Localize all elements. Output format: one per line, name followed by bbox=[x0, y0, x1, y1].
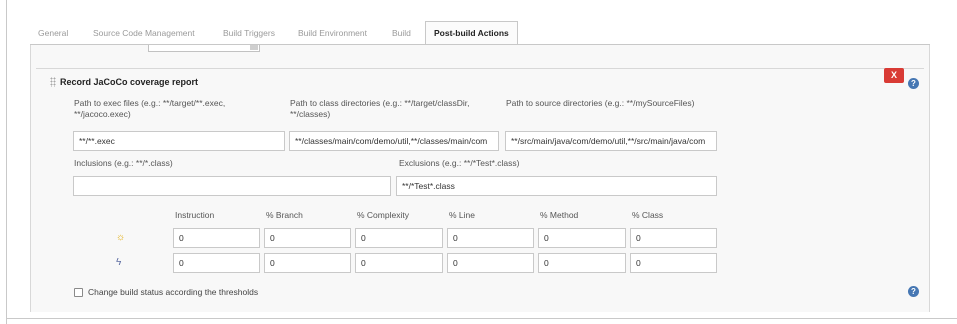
class-dir-label: Path to class directories (e.g.: **/targ… bbox=[290, 98, 470, 119]
healthy-instruction-input[interactable] bbox=[173, 228, 260, 248]
exec-path-input[interactable] bbox=[73, 131, 285, 151]
healthy-class-input[interactable] bbox=[630, 228, 717, 248]
source-dir-label: Path to source directories (e.g.: **/myS… bbox=[506, 98, 695, 108]
healthy-line-input[interactable] bbox=[447, 228, 534, 248]
drag-handle-icon[interactable] bbox=[50, 77, 56, 87]
healthy-branch-input[interactable] bbox=[264, 228, 351, 248]
healthy-complexity-input[interactable] bbox=[355, 228, 443, 248]
unhealthy-instruction-input[interactable] bbox=[173, 253, 260, 273]
window-border-left bbox=[6, 0, 7, 324]
exec-path-label: Path to exec files (e.g.: **/target/**.e… bbox=[74, 98, 226, 119]
unhealthy-method-input[interactable] bbox=[538, 253, 626, 273]
change-status-checkbox[interactable] bbox=[74, 288, 83, 297]
help-icon[interactable]: ? bbox=[908, 286, 919, 297]
healthy-method-input[interactable] bbox=[538, 228, 626, 248]
column-header-method: % Method bbox=[540, 210, 579, 220]
exclusions-input[interactable] bbox=[396, 176, 717, 196]
config-tabs: General Source Code Management Build Tri… bbox=[30, 21, 930, 44]
source-dir-input[interactable] bbox=[505, 131, 717, 151]
column-header-class: % Class bbox=[632, 210, 664, 220]
tab-general[interactable]: General bbox=[38, 22, 68, 44]
inclusions-label: Inclusions (e.g.: **/*.class) bbox=[74, 158, 173, 168]
tab-build[interactable]: Build bbox=[392, 22, 411, 44]
tab-build-environment[interactable]: Build Environment bbox=[298, 22, 367, 44]
tab-post-build-actions[interactable]: Post-build Actions bbox=[425, 21, 518, 44]
column-header-branch: % Branch bbox=[266, 210, 303, 220]
section-title: Record JaCoCo coverage report bbox=[60, 77, 199, 87]
help-icon[interactable]: ? bbox=[908, 78, 919, 89]
change-status-label: Change build status according the thresh… bbox=[88, 287, 259, 297]
previous-section-select[interactable] bbox=[148, 45, 260, 52]
tab-source-code-management[interactable]: Source Code Management bbox=[93, 22, 195, 44]
section-divider bbox=[36, 68, 924, 69]
unhealthy-line-input[interactable] bbox=[447, 253, 534, 273]
column-header-instruction: Instruction bbox=[175, 210, 215, 220]
column-header-line: % Line bbox=[449, 210, 475, 220]
window-border-bottom bbox=[6, 318, 957, 319]
delete-section-button[interactable]: X bbox=[884, 68, 904, 83]
select-arrow-icon bbox=[250, 45, 258, 50]
unhealthy-branch-input[interactable] bbox=[264, 253, 351, 273]
storm-icon: ϟ bbox=[116, 257, 122, 268]
class-dir-input[interactable] bbox=[289, 131, 499, 151]
unhealthy-complexity-input[interactable] bbox=[355, 253, 443, 273]
inclusions-input[interactable] bbox=[73, 176, 391, 196]
sun-icon: ☼ bbox=[116, 232, 126, 243]
tab-build-triggers[interactable]: Build Triggers bbox=[223, 22, 275, 44]
column-header-complexity: % Complexity bbox=[357, 210, 409, 220]
exclusions-label: Exclusions (e.g.: **/*Test*.class) bbox=[399, 158, 520, 168]
unhealthy-class-input[interactable] bbox=[630, 253, 717, 273]
